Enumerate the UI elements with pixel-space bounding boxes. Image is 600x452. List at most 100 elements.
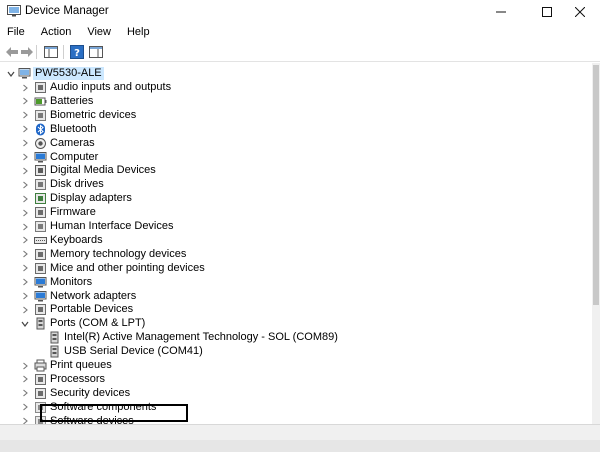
port-icon xyxy=(50,331,59,344)
expand-chevron-icon[interactable] xyxy=(20,165,29,176)
expand-chevron-icon[interactable] xyxy=(20,263,29,274)
tree-category[interactable]: Biometric devices xyxy=(0,109,590,123)
tree-category-label: Computer xyxy=(50,150,99,163)
tree-category-label: Memory technology devices xyxy=(50,247,187,260)
tree-device[interactable]: USB Serial Device (COM41) xyxy=(0,345,590,359)
tree-device-label: USB Serial Device (COM41) xyxy=(64,345,203,358)
expand-chevron-icon[interactable] xyxy=(20,82,29,93)
tree-category[interactable]: Digital Media Devices xyxy=(0,164,590,178)
tree-category-label: Firmware xyxy=(50,206,96,219)
tree-category[interactable]: Disk drives xyxy=(0,178,590,192)
tree-category[interactable]: Firmware xyxy=(0,206,590,220)
close-icon xyxy=(575,7,585,17)
tree-category[interactable]: Cameras xyxy=(0,137,590,151)
tree-category[interactable]: Monitors xyxy=(0,276,590,290)
expand-chevron-icon[interactable] xyxy=(20,193,29,204)
console-tree-icon xyxy=(44,46,58,58)
menu-action[interactable]: Action xyxy=(33,24,80,42)
tree-category[interactable]: Ports (COM & LPT) xyxy=(0,317,590,331)
hid-icon xyxy=(35,221,46,232)
tree-category[interactable]: Bluetooth xyxy=(0,123,590,137)
toolbar: ? xyxy=(0,42,600,62)
menu-help[interactable]: Help xyxy=(119,24,158,42)
expand-chevron-icon[interactable] xyxy=(20,152,29,163)
tree-category[interactable]: Security devices xyxy=(0,387,590,401)
tree-category-label: Network adapters xyxy=(50,289,137,302)
printer-icon xyxy=(34,359,47,372)
show-hide-tree-button[interactable] xyxy=(43,44,59,60)
tree-category[interactable]: Computer xyxy=(0,151,590,165)
device-tree: PW5530-ALE Audio inputs and outputs Batte… xyxy=(0,63,592,424)
chip-icon xyxy=(35,207,46,219)
portable-device-icon xyxy=(35,304,46,316)
tree-root[interactable]: PW5530-ALE xyxy=(0,67,590,81)
vertical-scrollbar[interactable] xyxy=(592,63,600,424)
help-icon: ? xyxy=(70,45,84,59)
biometric-icon xyxy=(35,109,46,121)
expand-chevron-icon[interactable] xyxy=(20,179,29,190)
monitor-icon xyxy=(34,151,47,162)
expand-chevron-icon[interactable] xyxy=(20,416,29,424)
action-pane-button[interactable] xyxy=(88,44,104,60)
expand-chevron-icon[interactable] xyxy=(20,388,29,399)
media-device-icon xyxy=(35,165,46,177)
menu-view[interactable]: View xyxy=(79,24,119,42)
expand-chevron-icon[interactable] xyxy=(20,402,29,413)
disk-icon xyxy=(35,179,46,191)
tree-category[interactable]: Memory technology devices xyxy=(0,248,590,262)
expand-chevron-icon[interactable] xyxy=(20,221,29,232)
status-bar xyxy=(0,424,600,440)
back-button[interactable] xyxy=(4,44,20,60)
menu-file[interactable]: File xyxy=(0,24,33,42)
tree-category-label: Biometric devices xyxy=(50,108,137,121)
tree-device[interactable]: Intel(R) Active Management Technology - … xyxy=(0,331,590,345)
tree-category-label: Security devices xyxy=(50,386,131,399)
expand-chevron-icon[interactable] xyxy=(20,110,29,121)
expand-chevron-icon[interactable] xyxy=(20,277,29,288)
expand-chevron-icon[interactable] xyxy=(20,360,29,371)
forward-button[interactable] xyxy=(19,44,35,60)
expand-chevron-icon[interactable] xyxy=(20,207,29,218)
svg-text:?: ? xyxy=(74,48,80,59)
processor-icon xyxy=(35,373,46,385)
expand-chevron-icon[interactable] xyxy=(20,124,29,135)
expand-chevron-icon[interactable] xyxy=(20,235,29,246)
speaker-icon xyxy=(35,82,46,93)
tree-root-label: PW5530-ALE xyxy=(33,67,104,80)
tree-category[interactable]: Audio inputs and outputs xyxy=(0,81,590,95)
tree-category[interactable]: Portable Devices xyxy=(0,303,590,317)
back-arrow-icon xyxy=(6,47,18,57)
expand-chevron-icon[interactable] xyxy=(20,249,29,260)
tree-category[interactable]: Processors xyxy=(0,373,590,387)
collapse-chevron-icon[interactable] xyxy=(6,68,15,79)
action-pane-icon xyxy=(89,46,103,58)
tree-category-label: Keyboards xyxy=(50,233,103,246)
close-button[interactable] xyxy=(560,0,600,24)
scrollbar-thumb[interactable] xyxy=(593,65,599,305)
tree-category-label: Ports (COM & LPT) xyxy=(50,317,146,330)
tree-category-label: Cameras xyxy=(50,136,95,149)
minimize-icon xyxy=(496,11,506,13)
tree-category-label: Monitors xyxy=(50,275,93,288)
expand-chevron-icon[interactable] xyxy=(20,374,29,385)
camera-icon xyxy=(35,137,46,149)
expand-chevron-icon[interactable] xyxy=(20,96,29,107)
collapse-chevron-icon[interactable] xyxy=(20,318,29,329)
tree-category-label: Portable Devices xyxy=(50,303,134,316)
tree-category[interactable]: Mice and other pointing devices xyxy=(0,262,590,276)
tree-category[interactable]: Print queues xyxy=(0,359,590,373)
expand-chevron-icon[interactable] xyxy=(20,138,29,149)
keyboard-icon xyxy=(34,236,47,244)
expand-chevron-icon[interactable] xyxy=(20,304,29,315)
bluetooth-icon xyxy=(36,123,45,136)
port-icon xyxy=(36,317,45,330)
tree-category[interactable]: Batteries xyxy=(0,95,590,109)
tree-category[interactable]: Display adapters xyxy=(0,192,590,206)
tree-category[interactable]: Network adapters xyxy=(0,290,590,304)
expand-chevron-icon[interactable] xyxy=(20,291,29,302)
battery-icon xyxy=(34,97,47,106)
tree-category[interactable]: Keyboards xyxy=(0,234,590,248)
minimize-button[interactable] xyxy=(478,0,524,24)
properties-button[interactable]: ? xyxy=(69,44,85,60)
tree-category[interactable]: Human Interface Devices xyxy=(0,220,590,234)
